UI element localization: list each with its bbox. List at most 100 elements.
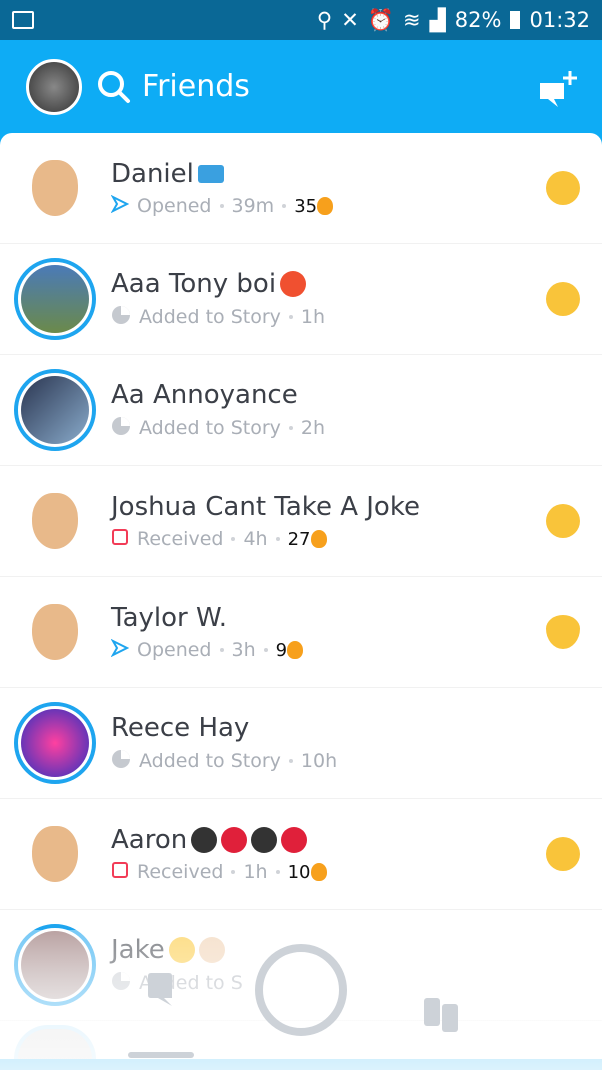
status-time: 2h [300, 417, 326, 439]
separator-dot [288, 426, 293, 430]
friends-list[interactable]: Daniel Opened 39m 35 Aaa Tony boi Added to St… [0, 133, 602, 1059]
chat-nav-icon[interactable] [146, 972, 174, 1008]
stories-nav-icon[interactable] [424, 998, 460, 1032]
friend-info: Reece Hay Added to Story 10h [111, 713, 337, 774]
story-thumbnail [21, 376, 89, 444]
profile-avatar[interactable] [26, 58, 82, 115]
friend-status: Opened 39m 35 [110, 194, 334, 218]
status-time: 1h [243, 861, 268, 883]
friend-name-text: Reece Hay [111, 712, 250, 743]
bitmoji-face [32, 160, 78, 216]
story-avatar[interactable] [14, 369, 96, 451]
page-indicator [128, 1052, 194, 1058]
friend-status: Added to Story 1h [111, 305, 325, 330]
mute-icon: ✕ [341, 8, 359, 32]
signal-icon: ▟ [429, 8, 446, 32]
story-pie-icon [111, 416, 131, 441]
smiling-devil-icon [280, 270, 307, 297]
separator-dot [219, 204, 224, 208]
bitmoji-avatar[interactable] [14, 813, 96, 895]
status-time: 1h [300, 306, 326, 328]
status-text: Added to Story [139, 417, 281, 439]
separator-dot [282, 204, 287, 208]
friend-info: Taylor W. Opened 3h 9 [110, 603, 304, 662]
status-text: Added to Story [139, 306, 281, 328]
status-time: 10h [300, 750, 338, 772]
status-time: 3h [231, 639, 256, 661]
friend-name-text: Taylor W. [111, 602, 227, 633]
friend-name: Taylor W. [111, 603, 303, 633]
opened-arrow-icon [110, 194, 130, 218]
friend-name-text: Aa Annoyance [111, 379, 298, 410]
friend-name: Daniel [111, 159, 333, 189]
friend-row[interactable]: Aaron Received 1h 10 [0, 799, 602, 910]
new-chat-button[interactable] [536, 67, 577, 107]
spade-icon [251, 826, 278, 853]
friend-row[interactable]: Aa Annoyance Added to Story 2h [0, 355, 602, 466]
status-text: Received [137, 528, 224, 550]
story-avatar[interactable] [14, 702, 96, 784]
separator-dot [275, 537, 280, 541]
friend-name: Joshua Cant Take A Joke [111, 492, 420, 522]
friend-row[interactable]: Joshua Cant Take A Joke Received 4h 27 [0, 466, 602, 577]
yellow-heart-icon [546, 615, 580, 649]
bitmoji-avatar[interactable] [14, 591, 96, 673]
separator-dot [231, 870, 236, 874]
status-time: 39m [231, 195, 275, 217]
story-pie-icon [111, 305, 131, 330]
story-thumbnail [21, 265, 89, 333]
fire-icon [287, 641, 304, 659]
streak-count: 10 [287, 861, 311, 883]
friend-name: Aa Annoyance [111, 380, 325, 410]
separator-dot [288, 315, 293, 319]
search-icon[interactable] [96, 69, 132, 105]
streak-count: 27 [287, 528, 311, 550]
battery-percent: 82% [454, 8, 502, 32]
friend-row[interactable]: Taylor W. Opened 3h 9 [0, 577, 602, 688]
fire-icon [317, 197, 334, 215]
friend-status: Added to Story 2h [111, 416, 325, 441]
heart-eyes-icon [546, 504, 580, 538]
friend-info: Aaa Tony boi Added to Story 1h [111, 269, 325, 330]
friend-info: Joshua Cant Take A Joke Received 4h 27 [111, 492, 420, 551]
status-text: Opened [137, 195, 212, 217]
status-text: Opened [137, 639, 212, 661]
header: Friends [0, 40, 602, 133]
heart-eyes-icon [546, 171, 580, 205]
capture-button[interactable] [255, 944, 347, 1036]
status-time: 4h [243, 528, 268, 550]
friend-row[interactable]: Daniel Opened 39m 35 [0, 133, 602, 244]
wifi-icon: ≋ [403, 8, 421, 32]
alarm-icon: ⏰ [367, 7, 395, 32]
streak-count: 35 [294, 195, 318, 217]
story-pie-icon [111, 749, 131, 774]
bitmoji-face [32, 604, 78, 660]
location-icon: ⚲ [316, 8, 333, 32]
friend-row[interactable]: Reece Hay Added to Story 10h [0, 688, 602, 799]
credit-card-icon [197, 164, 224, 183]
friend-name: Aaron [111, 825, 327, 855]
friend-name: Reece Hay [111, 713, 337, 743]
received-square-icon [111, 861, 129, 884]
fire-icon [310, 530, 327, 548]
received-square-icon [111, 528, 129, 551]
fire-icon [310, 863, 327, 881]
bitmoji-avatar[interactable] [14, 147, 96, 229]
diamond-icon [281, 826, 308, 853]
separator-dot [275, 870, 280, 874]
bitmoji-face [32, 826, 78, 882]
bitmoji-avatar[interactable] [14, 480, 96, 562]
status-bar: ⚲ ✕ ⏰ ≋ ▟ 82% 01:32 [0, 0, 602, 40]
friend-row[interactable]: Aaa Tony boi Added to Story 1h [0, 244, 602, 355]
story-thumbnail [21, 709, 89, 777]
friend-name-text: Aaron [111, 824, 188, 855]
heart-icon [221, 826, 248, 853]
opened-arrow-icon [110, 638, 130, 662]
friend-status: Received 4h 27 [111, 528, 420, 551]
friend-info: Aa Annoyance Added to Story 2h [111, 380, 325, 441]
friend-info: Daniel Opened 39m 35 [110, 159, 334, 218]
story-avatar[interactable] [14, 258, 96, 340]
new-chat-icon [540, 70, 577, 107]
friend-status: Received 1h 10 [111, 861, 327, 884]
friend-name-text: Aaa Tony boi [111, 268, 277, 299]
